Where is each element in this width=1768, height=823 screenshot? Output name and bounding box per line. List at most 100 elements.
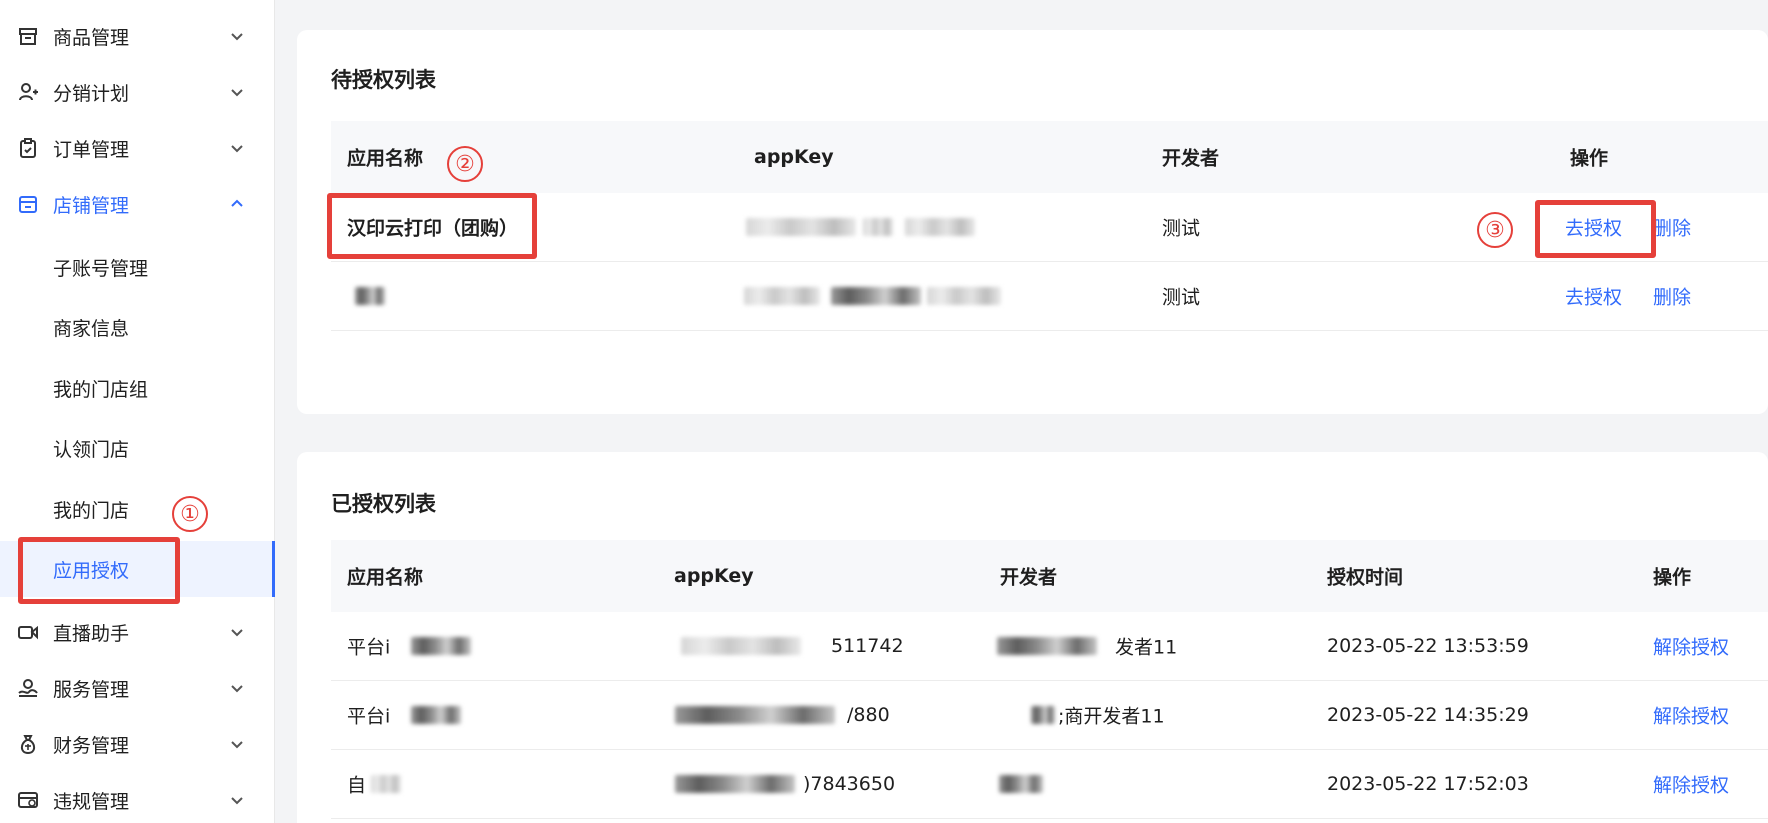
video-icon — [16, 620, 40, 644]
authorize-link[interactable]: 去授权 — [1565, 283, 1622, 310]
app-key-cell: )7843650 — [803, 773, 896, 795]
delete-link[interactable]: 删除 — [1653, 214, 1691, 241]
sub-item-label: 我的门店组 — [53, 378, 149, 401]
nav-store-management[interactable]: 店铺管理 — [0, 176, 275, 232]
authorized-list-title: 已授权列表 — [331, 492, 436, 516]
app-key-cell: /880 — [847, 704, 890, 726]
column-header: 操作 — [1570, 147, 1609, 170]
table-row: 平台i /880 ;商开发者11 2023-05-22 14:35:29 解除授… — [331, 681, 1768, 750]
redacted-app-key — [675, 706, 835, 724]
nav-label: 分销计划 — [53, 82, 130, 105]
revoke-authorization-link[interactable]: 解除授权 — [1653, 633, 1729, 660]
delete-link[interactable]: 删除 — [1653, 283, 1691, 310]
chevron-down-icon — [231, 685, 243, 693]
auth-time-cell: 2023-05-22 14:35:29 — [1327, 704, 1529, 726]
developer-cell: 测试 — [1162, 286, 1201, 309]
nav-finance-management[interactable]: 财务管理 — [0, 716, 275, 772]
column-header: 开发者 — [1000, 566, 1058, 589]
table-row: 测试 去授权 删除 — [331, 262, 1768, 331]
developer-cell: 发者11 — [1115, 636, 1178, 659]
nav-label: 订单管理 — [53, 138, 130, 161]
column-header: 授权时间 — [1327, 566, 1404, 589]
sub-item-my-stores[interactable]: 我的门店 — [0, 481, 275, 537]
chevron-down-icon — [231, 33, 243, 41]
app-name-cell: 平台i — [347, 636, 391, 659]
clipboard-icon — [16, 136, 40, 160]
redacted-app-key — [905, 218, 975, 236]
redacted-app-key — [681, 637, 801, 655]
app-name-cell: 平台i — [347, 705, 391, 728]
sub-item-claim-store[interactable]: 认领门店 — [0, 420, 275, 476]
column-header: 应用名称 — [347, 147, 424, 170]
box-icon — [16, 24, 40, 48]
redacted-developer — [1031, 706, 1055, 724]
service-icon — [16, 676, 40, 700]
nav-live-assistant[interactable]: 直播助手 — [0, 604, 275, 660]
step-3-marker: ③ — [1477, 212, 1513, 248]
table-row: 平台i 511742 发者11 2023-05-22 13:53:59 解除授权 — [331, 612, 1768, 681]
table-row: 汉印云打印（团购） 测试 去授权 删除 — [331, 193, 1768, 262]
nav-label: 直播助手 — [53, 622, 130, 645]
redacted-app-key — [675, 775, 795, 793]
sub-item-merchant-info[interactable]: 商家信息 — [0, 299, 275, 355]
pending-list-card: 待授权列表 应用名称 appKey 开发者 操作 汉印云打印（团购） 测试 去授… — [297, 30, 1768, 414]
nav-label: 财务管理 — [53, 734, 130, 757]
chevron-down-icon — [231, 145, 243, 153]
redacted-app-key — [746, 218, 856, 236]
sub-item-label: 商家信息 — [53, 317, 130, 340]
user-share-icon — [16, 80, 40, 104]
authorized-table-header: 应用名称 appKey 开发者 授权时间 操作 — [331, 540, 1768, 612]
step-1-marker: ① — [172, 496, 208, 532]
chevron-down-icon — [231, 741, 243, 749]
redacted-app-key — [927, 287, 1001, 305]
chevron-down-icon — [231, 629, 243, 637]
nav-service-management[interactable]: 服务管理 — [0, 660, 275, 716]
sub-item-label: 子账号管理 — [53, 257, 149, 280]
chevron-down-icon — [231, 89, 243, 97]
authorize-link[interactable]: 去授权 — [1565, 214, 1622, 241]
chevron-up-icon — [231, 199, 243, 207]
nav-distribution-plan[interactable]: 分销计划 — [0, 64, 275, 120]
developer-cell: ;商开发者11 — [1058, 705, 1165, 728]
table-row: 自 )7843650 2023-05-22 17:52:03 解除授权 — [331, 750, 1768, 819]
nav-label: 店铺管理 — [53, 194, 130, 217]
authorized-list-card: 已授权列表 应用名称 appKey 开发者 授权时间 操作 平台i 511742… — [297, 452, 1768, 823]
column-header: 应用名称 — [347, 566, 424, 589]
nav-label: 违规管理 — [53, 790, 130, 813]
sub-item-sub-accounts[interactable]: 子账号管理 — [0, 239, 275, 295]
redacted-app-name — [371, 775, 401, 793]
column-header: 开发者 — [1162, 147, 1220, 170]
nav-product-management[interactable]: 商品管理 — [0, 8, 275, 64]
revoke-authorization-link[interactable]: 解除授权 — [1653, 771, 1729, 798]
sub-item-app-authorization[interactable]: 应用授权 — [0, 541, 275, 597]
app-name-cell: 汉印云打印（团购） — [347, 217, 519, 240]
redacted-app-name — [411, 637, 471, 655]
step-2-marker: ② — [447, 146, 483, 182]
redacted-developer — [997, 637, 1097, 655]
app-key-cell: 511742 — [831, 635, 904, 657]
redacted-app-key — [831, 287, 921, 305]
violation-icon — [16, 788, 40, 812]
redacted-app-key — [744, 287, 820, 305]
redacted-app-name — [411, 706, 461, 724]
redacted-developer — [999, 775, 1043, 793]
app-name-cell: 自 — [347, 774, 367, 797]
pending-list-title: 待授权列表 — [331, 68, 436, 92]
sub-item-store-groups[interactable]: 我的门店组 — [0, 360, 275, 416]
nav-order-management[interactable]: 订单管理 — [0, 120, 275, 176]
money-bag-icon — [16, 732, 40, 756]
column-header: appKey — [674, 565, 754, 587]
chevron-down-icon — [231, 797, 243, 805]
nav-label: 商品管理 — [53, 26, 130, 49]
pending-table-header: 应用名称 appKey 开发者 操作 — [331, 121, 1768, 193]
store-icon — [16, 192, 40, 216]
column-header: appKey — [754, 146, 834, 168]
revoke-authorization-link[interactable]: 解除授权 — [1653, 702, 1729, 729]
column-header: 操作 — [1653, 566, 1692, 589]
nav-violation-management[interactable]: 违规管理 — [0, 772, 275, 823]
sub-item-label: 我的门店 — [53, 499, 130, 522]
redacted-app-name — [355, 287, 385, 305]
developer-cell: 测试 — [1162, 217, 1201, 240]
sidebar: 商品管理 分销计划 订单管理 店铺管理 子账号管理 商家信息 我的门店组 认领门… — [0, 0, 275, 823]
nav-label: 服务管理 — [53, 678, 130, 701]
